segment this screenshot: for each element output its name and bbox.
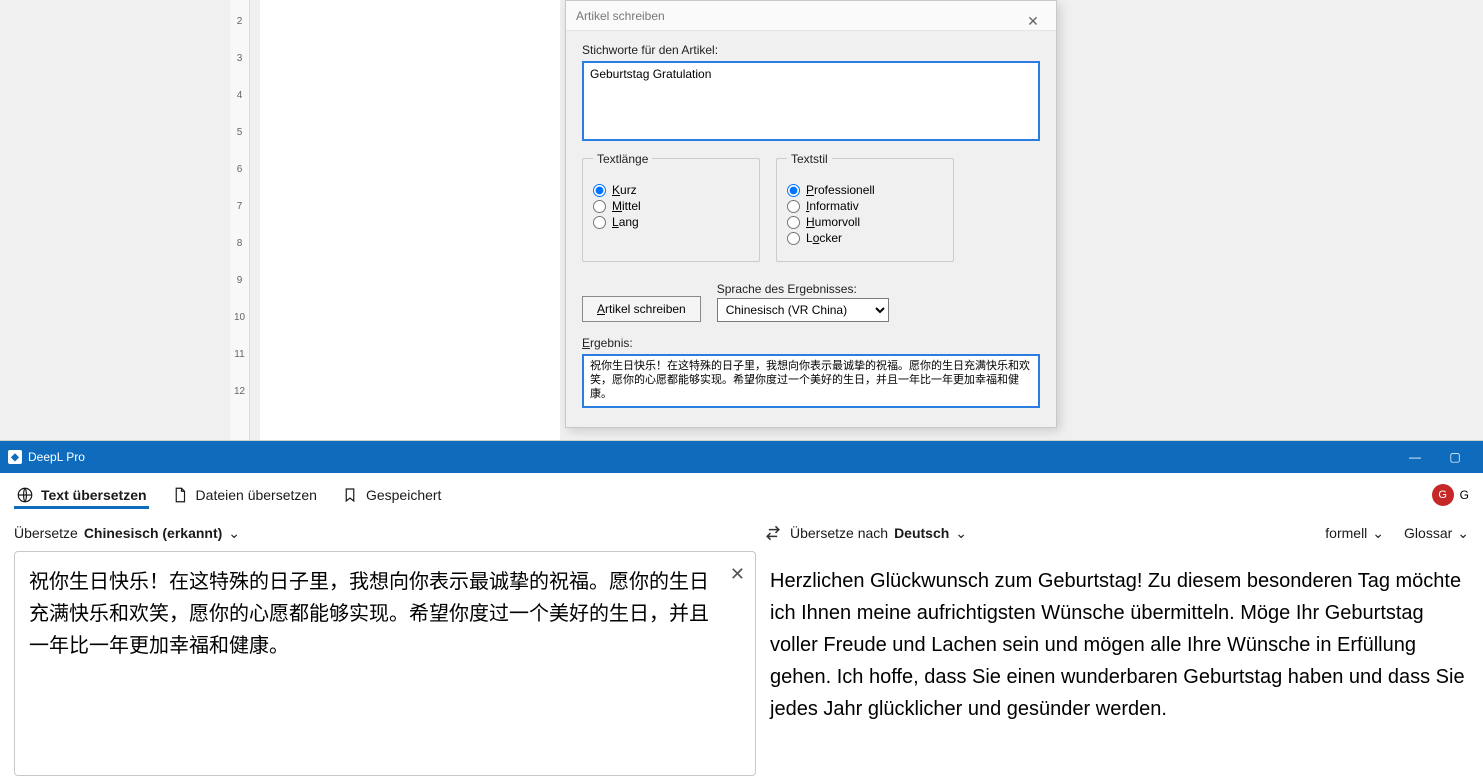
user-avatar[interactable]: G (1432, 484, 1454, 506)
deepl-tabs: Text übersetzen Dateien übersetzen Gespe… (0, 473, 1483, 517)
swap-languages-icon[interactable] (760, 520, 786, 546)
ruler-tick: 9 (230, 275, 249, 286)
file-icon (171, 486, 189, 504)
chevron-down-icon: ⌄ (1457, 525, 1469, 542)
source-language-selector[interactable]: Übersetze Chinesisch (erkannt) ⌄ (14, 525, 240, 542)
close-icon[interactable]: ✕ (1020, 6, 1046, 26)
translation-panes: ✕ 祝你生日快乐！在这特殊的日子里，我想向你表示最诚挚的祝福。愿你的生日充满快乐… (14, 551, 1483, 776)
radio-mittel[interactable]: Mittel (593, 199, 749, 213)
result-lang-label: Sprache des Ergebnisses: (717, 282, 1040, 296)
ruler-tick: 12 (230, 386, 249, 397)
dialog-titlebar: Artikel schreiben ✕ (566, 1, 1056, 31)
source-text[interactable]: 祝你生日快乐！在这特殊的日子里，我想向你表示最诚挚的祝福。愿你的生日充满快乐和欢… (29, 566, 719, 662)
tab-translate-files[interactable]: Dateien übersetzen (169, 482, 319, 508)
maximize-icon[interactable]: ▢ (1435, 441, 1475, 473)
chevron-down-icon: ⌄ (955, 525, 967, 542)
textstil-group: Textstil Professionell Informativ Humorv… (776, 158, 954, 262)
dialog-body: Stichworte für den Artikel: Textlänge Ku… (566, 31, 1056, 427)
glossary-selector[interactable]: Glossar ⌄ (1404, 525, 1469, 542)
textlength-legend: Textlänge (593, 152, 652, 166)
ruler-tick: 5 (230, 127, 249, 138)
ruler-tick: 11 (230, 349, 249, 360)
chevron-down-icon: ⌄ (1372, 525, 1384, 542)
tab-saved[interactable]: Gespeichert (339, 482, 443, 508)
ruler-tick: 7 (230, 201, 249, 212)
language-row: Übersetze Chinesisch (erkannt) ⌄ Überset… (0, 517, 1483, 549)
radio-informativ[interactable]: Informativ (787, 199, 943, 213)
ruler-tick: 3 (230, 53, 249, 64)
radio-professionell[interactable]: Professionell (787, 183, 943, 197)
globe-icon (16, 486, 34, 504)
chevron-down-icon: ⌄ (228, 525, 240, 542)
user-trail: G (1460, 488, 1469, 502)
ruler-tick: 10 (230, 312, 249, 323)
result-lang-select[interactable]: Chinesisch (VR China) (717, 298, 889, 322)
formality-selector[interactable]: formell ⌄ (1325, 525, 1384, 542)
result-output[interactable] (582, 354, 1040, 408)
target-text-pane: Herzlichen Glückwunsch zum Geburtstag! Z… (766, 551, 1483, 776)
textlength-group: Textlänge Kurz Mittel Lang (582, 158, 760, 262)
ruler-tick: 4 (230, 90, 249, 101)
radio-lang[interactable]: Lang (593, 215, 749, 229)
result-label: Ergebnis: (582, 336, 1040, 350)
source-text-pane[interactable]: ✕ 祝你生日快乐！在这特殊的日子里，我想向你表示最诚挚的祝福。愿你的生日充满快乐… (14, 551, 756, 776)
clear-source-icon[interactable]: ✕ (730, 560, 745, 589)
tab-translate-text[interactable]: Text übersetzen (14, 482, 149, 509)
deepl-titlebar: ◆ DeepL Pro — ▢ (0, 441, 1483, 473)
article-dialog: Artikel schreiben ✕ Stichworte für den A… (565, 0, 1057, 428)
deepl-logo-icon: ◆ (8, 450, 22, 464)
textstil-legend: Textstil (787, 152, 832, 166)
radio-kurz[interactable]: Kurz (593, 183, 749, 197)
generate-button[interactable]: Artikel schreiben (582, 296, 701, 322)
bookmark-icon (341, 486, 359, 504)
radio-locker[interactable]: Locker (787, 231, 943, 245)
document-page[interactable] (260, 0, 560, 440)
keywords-input[interactable] (582, 61, 1040, 141)
ruler-tick: 2 (230, 16, 249, 27)
deepl-window: ◆ DeepL Pro — ▢ Text übersetzen Dateien … (0, 440, 1483, 776)
target-text: Herzlichen Glückwunsch zum Geburtstag! Z… (770, 565, 1465, 725)
radio-humorvoll[interactable]: Humorvoll (787, 215, 943, 229)
minimize-icon[interactable]: — (1395, 441, 1435, 473)
deepl-title-text: DeepL Pro (28, 450, 85, 464)
ruler-tick: 8 (230, 238, 249, 249)
vertical-ruler: 2 3 4 5 6 7 8 9 10 11 12 (230, 0, 250, 440)
dialog-title-text: Artikel schreiben (576, 1, 665, 31)
page-margin-right (1253, 0, 1483, 440)
keywords-label: Stichworte für den Artikel: (582, 43, 1040, 57)
ruler-tick: 6 (230, 164, 249, 175)
target-language-selector[interactable]: Übersetze nach Deutsch ⌄ (790, 525, 967, 542)
writer-background: 2 3 4 5 6 7 8 9 10 11 12 Artikel schreiben ✕ Stich… (0, 0, 1483, 440)
